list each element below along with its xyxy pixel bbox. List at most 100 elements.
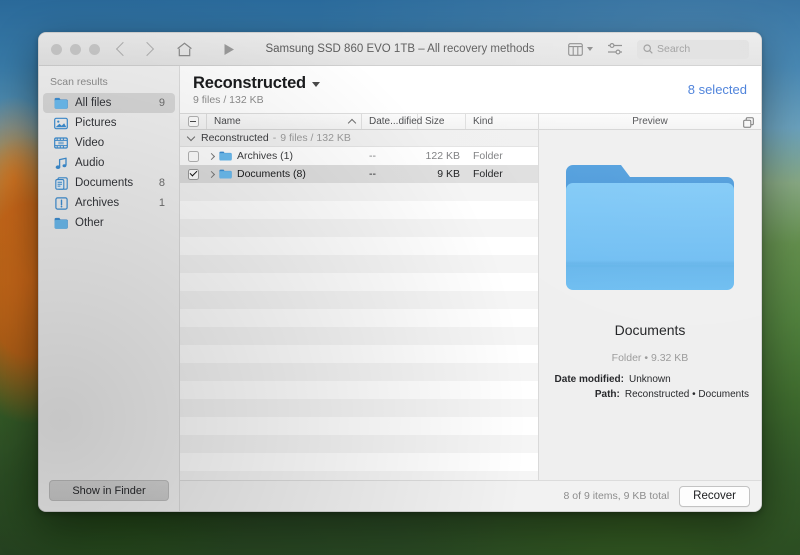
- column-header-date[interactable]: Date...dified: [362, 114, 418, 129]
- close-button[interactable]: [51, 44, 62, 55]
- recover-button[interactable]: Recover: [679, 486, 750, 507]
- sidebar-item-archives[interactable]: Archives1: [43, 193, 175, 213]
- sidebar-item-video[interactable]: Video: [43, 133, 175, 153]
- table-row-empty: [180, 435, 538, 453]
- table-row[interactable]: Documents (8)--9 KBFolder: [180, 165, 538, 183]
- row-name-cell: Archives (1): [207, 147, 362, 165]
- table-row-empty: [180, 201, 538, 219]
- row-size-cell: 122 KB: [418, 147, 466, 165]
- table-row-empty: [180, 219, 538, 237]
- folder-icon: [219, 169, 232, 179]
- group-header-row[interactable]: Reconstructed-9 files / 132 KB: [180, 130, 538, 147]
- table-row-empty: [180, 453, 538, 471]
- content-split: Name Date...dified Size Kind: [180, 113, 761, 480]
- sort-ascending-icon: [348, 118, 356, 126]
- copy-icon[interactable]: [743, 117, 754, 131]
- search-input[interactable]: Search: [637, 40, 749, 59]
- zoom-button[interactable]: [89, 44, 100, 55]
- sidebar-item-label: Other: [75, 217, 158, 229]
- sidebar-item-label: Audio: [75, 157, 158, 169]
- sidebar-section-label: Scan results: [39, 74, 179, 93]
- forward-chevron-icon[interactable]: [140, 42, 154, 56]
- column-header-size-label: Size: [425, 116, 444, 127]
- sidebar-item-other[interactable]: Other: [43, 213, 175, 233]
- sidebar-item-all-files[interactable]: All files 9: [43, 93, 175, 113]
- chevron-down-icon[interactable]: [187, 133, 195, 141]
- show-in-finder-button[interactable]: Show in Finder: [49, 480, 169, 501]
- preview-field: Path: Reconstructed • Documents: [549, 387, 749, 402]
- main-panel: Reconstructed 9 files / 132 KB 8 selecte…: [180, 66, 761, 511]
- column-header-kind-label: Kind: [473, 116, 493, 127]
- document-icon: [54, 176, 68, 190]
- sidebar-item-documents[interactable]: Documents8: [43, 173, 175, 193]
- play-icon[interactable]: [223, 43, 235, 56]
- table-row-empty: [180, 381, 538, 399]
- footer-status-label: 8 of 9 items, 9 KB total: [564, 490, 670, 502]
- preview-file-name: Documents: [615, 322, 686, 338]
- sidebar-item-pictures[interactable]: Pictures: [43, 113, 175, 133]
- row-checkbox[interactable]: [180, 165, 207, 183]
- indeterminate-checkbox-icon: [188, 116, 199, 127]
- row-checkbox[interactable]: [180, 147, 207, 165]
- folder-icon: [54, 96, 68, 110]
- footer-bar: 8 of 9 items, 9 KB total Recover: [180, 480, 761, 511]
- table-row-empty: [180, 471, 538, 480]
- chevron-down-icon: [587, 47, 593, 51]
- sidebar-item-label: All files: [75, 97, 152, 109]
- select-all-checkbox[interactable]: [180, 114, 207, 129]
- sidebar-item-label: Video: [75, 137, 158, 149]
- preview-field: Date modified: Unknown: [549, 372, 749, 387]
- chevron-down-icon[interactable]: [312, 82, 320, 87]
- view-mode-button[interactable]: [568, 43, 593, 56]
- page-title: Reconstructed: [193, 74, 306, 93]
- minimize-button[interactable]: [70, 44, 81, 55]
- table-row[interactable]: Archives (1)--122 KBFolder: [180, 147, 538, 165]
- preview-body: Documents Folder • 9.32 KB Date modified…: [539, 130, 761, 480]
- back-chevron-icon[interactable]: [116, 42, 130, 56]
- app-window: Samsung SSD 860 EVO 1TB – All recovery m…: [38, 32, 762, 512]
- preview-pane: Preview: [539, 113, 761, 480]
- file-list-pane: Name Date...dified Size Kind: [180, 113, 539, 480]
- sidebar-item-count: 1: [159, 197, 165, 209]
- disclosure-chevron-icon[interactable]: [208, 152, 215, 159]
- disclosure-chevron-icon[interactable]: [208, 170, 215, 177]
- sidebar-item-audio[interactable]: Audio: [43, 153, 175, 173]
- column-header-name-label: Name: [214, 116, 241, 127]
- home-icon[interactable]: [176, 42, 193, 57]
- navigation-buttons: [118, 44, 152, 54]
- preview-file-meta: Folder • 9.32 KB: [612, 352, 689, 364]
- search-placeholder: Search: [657, 43, 690, 55]
- audio-icon: [54, 156, 68, 170]
- page-subtitle: 9 files / 132 KB: [193, 94, 320, 106]
- preview-header: Preview: [539, 113, 761, 130]
- preview-field-list: Date modified: Unknown Path: Reconstructed …: [539, 364, 761, 402]
- preview-field-value: Reconstructed • Documents: [625, 387, 749, 402]
- main-header-text: Reconstructed 9 files / 132 KB: [193, 74, 320, 106]
- folder-icon: [54, 216, 68, 230]
- selected-count-label: 8 selected: [688, 82, 747, 97]
- preview-field-value: Unknown: [629, 372, 749, 387]
- table-row-empty: [180, 363, 538, 381]
- preview-field-label: Date modified:: [555, 372, 624, 387]
- sidebar: Scan results All files 9 Pictures Video Audi…: [39, 66, 180, 511]
- search-icon: [643, 44, 653, 54]
- group-separator: -: [273, 132, 277, 144]
- row-kind-cell: Folder: [466, 165, 538, 183]
- filter-sliders-icon[interactable]: [607, 42, 623, 56]
- table-row-empty: [180, 309, 538, 327]
- column-header-kind[interactable]: Kind: [466, 114, 538, 129]
- row-date-cell: --: [362, 165, 418, 183]
- column-header-size[interactable]: Size: [418, 114, 466, 129]
- table-row-empty: [180, 183, 538, 201]
- sidebar-item-count: 9: [159, 97, 165, 109]
- column-header-name[interactable]: Name: [207, 114, 362, 129]
- table-header-row: Name Date...dified Size Kind: [180, 113, 538, 130]
- toolbar-right-group: Search: [568, 40, 749, 59]
- row-name-label: Archives (1): [237, 150, 293, 162]
- main-header: Reconstructed 9 files / 132 KB 8 selecte…: [180, 66, 761, 113]
- picture-icon: [54, 116, 68, 130]
- preview-field-label: Path:: [595, 387, 620, 402]
- table-row-empty: [180, 291, 538, 309]
- folder-title-row[interactable]: Reconstructed: [193, 74, 320, 93]
- window-controls: [51, 44, 100, 55]
